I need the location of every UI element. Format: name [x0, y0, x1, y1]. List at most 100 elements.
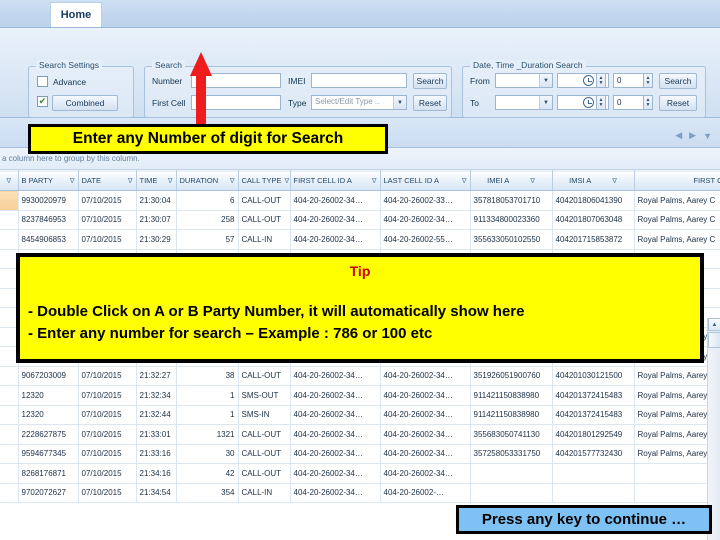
filter-icon[interactable]: ∇ [128, 177, 133, 185]
column-header-call-type[interactable]: CALL TYPE ∇ [238, 170, 291, 191]
cell-duration[interactable]: 1 [176, 405, 239, 425]
filter-icon[interactable]: ∇ [285, 177, 289, 185]
column-header-date[interactable]: DATE ∇ [78, 170, 137, 191]
cell-imsi[interactable]: 404201806041390 [552, 190, 635, 211]
cell-last-cell-id[interactable]: 404-20-26002-34… [380, 210, 471, 230]
cell-last-cell-id[interactable]: 404-20-26002-34… [380, 463, 471, 484]
cell-duration[interactable]: 42 [176, 463, 239, 484]
cell-b-party[interactable]: 9067203009 [18, 366, 79, 386]
row-marker[interactable] [0, 424, 19, 445]
cell-last-cell-id[interactable]: 404-20-26002-34… [380, 424, 471, 445]
from-duration-spinner[interactable]: ▲ ▼ [643, 73, 653, 88]
row-marker[interactable] [0, 210, 19, 230]
cell-last-cell-id[interactable]: 404-20-26002-55… [380, 229, 471, 250]
cell-call-type[interactable]: CALL-OUT [238, 366, 291, 386]
cell-date[interactable]: 07/10/2015 [78, 483, 137, 503]
cell-last-cell-id[interactable]: 404-20-26002-34… [380, 366, 471, 386]
cell-b-party[interactable]: 12320 [18, 385, 79, 406]
next-record-icon[interactable]: ▶ [689, 130, 696, 141]
cell-imei[interactable]: 357258053331750 [470, 444, 553, 464]
cell-call-type[interactable]: SMS-OUT [238, 385, 291, 406]
date-reset-button[interactable]: Reset [659, 95, 697, 111]
column-header-first-c[interactable]: FIRST C [634, 170, 720, 191]
cell-call-type[interactable]: CALL-OUT [238, 463, 291, 484]
cell-time[interactable]: 21:30:29 [136, 229, 177, 250]
cell-b-party[interactable]: 2228627875 [18, 424, 79, 445]
cell-first-cell-id[interactable]: 404-20-26002-34… [290, 229, 381, 250]
cell-time[interactable]: 21:32:44 [136, 405, 177, 425]
cell-imei[interactable]: 355633050102550 [470, 229, 553, 250]
table-row[interactable]: 9067203009 07/10/2015 21:32:27 38 CALL-OUT 40… [0, 366, 720, 386]
date-search-button[interactable]: Search [659, 73, 697, 89]
cell-first-cell-id[interactable]: 404-20-26002-34… [290, 424, 381, 445]
cell-b-party[interactable]: 9594677345 [18, 444, 79, 464]
filter-icon[interactable]: ∇ [612, 177, 617, 185]
combined-button[interactable]: Combined [52, 95, 118, 111]
column-header-time[interactable]: TIME ∇ [136, 170, 177, 191]
filter-icon[interactable]: ∇ [6, 178, 11, 185]
from-date-combobox[interactable]: ▼ [495, 73, 553, 88]
cell-duration[interactable]: 30 [176, 444, 239, 464]
cell-date[interactable]: 07/10/2015 [78, 366, 137, 386]
filter-icon[interactable]: ∇ [168, 177, 173, 185]
filter-icon[interactable]: ∇ [372, 177, 377, 185]
chevron-down-icon[interactable]: ▼ [539, 96, 552, 109]
filter-icon[interactable]: ∇ [462, 177, 467, 185]
column-header-last-cell-id-a[interactable]: LAST CELL ID A ∇ [380, 170, 471, 191]
cell-date[interactable]: 07/10/2015 [78, 385, 137, 406]
cell-first-c[interactable]: Royal Palms, Aarey C [634, 229, 720, 250]
cell-last-cell-id[interactable]: 404-20-26002-34… [380, 444, 471, 464]
cell-imsi[interactable]: 404201372415483 [552, 385, 635, 406]
cell-call-type[interactable]: CALL-IN [238, 483, 291, 503]
table-row[interactable]: 9930020979 07/10/2015 21:30:04 6 CALL-OUT 404… [0, 190, 720, 211]
cell-duration[interactable]: 1 [176, 385, 239, 406]
cell-imei[interactable]: 911421150838980 [470, 405, 553, 425]
scroll-up-icon[interactable]: ▲ [708, 318, 720, 331]
cell-imei[interactable]: 351926051900760 [470, 366, 553, 386]
cell-first-c[interactable]: Royal Palms, Aarey C [634, 210, 720, 230]
cell-call-type[interactable]: SMS-IN [238, 405, 291, 425]
combined-checkbox[interactable]: ✔ [37, 96, 48, 107]
cell-duration[interactable]: 258 [176, 210, 239, 230]
row-marker[interactable] [0, 405, 19, 425]
cell-b-party[interactable]: 9702072627 [18, 483, 79, 503]
cell-time[interactable]: 21:32:27 [136, 366, 177, 386]
cell-time[interactable]: 21:33:16 [136, 444, 177, 464]
cell-time[interactable]: 21:30:04 [136, 190, 177, 211]
cell-call-type[interactable]: CALL-OUT [238, 444, 291, 464]
cell-imsi[interactable]: 404201030121500 [552, 366, 635, 386]
table-row[interactable]: 8268176871 07/10/2015 21:34:16 42 CALL-OUT 40… [0, 463, 720, 484]
cell-date[interactable]: 07/10/2015 [78, 229, 137, 250]
column-header-duration[interactable]: DURATION ∇ [176, 170, 239, 191]
cell-time[interactable]: 21:34:16 [136, 463, 177, 484]
cell-time[interactable]: 21:34:54 [136, 483, 177, 503]
cell-call-type[interactable]: CALL-OUT [238, 190, 291, 211]
cell-imei[interactable]: 357818053701710 [470, 190, 553, 211]
filter-icon[interactable]: ∇ [70, 177, 75, 185]
cell-imsi[interactable]: 404201801292549 [552, 424, 635, 445]
tab-home[interactable]: Home [50, 2, 102, 27]
cell-b-party[interactable]: 8268176871 [18, 463, 79, 484]
cell-first-cell-id[interactable]: 404-20-26002-34… [290, 483, 381, 503]
row-marker[interactable] [0, 483, 19, 503]
cell-time[interactable]: 21:32:34 [136, 385, 177, 406]
from-time-spinner[interactable]: ▲ ▼ [596, 73, 606, 88]
row-marker[interactable] [0, 385, 19, 406]
cell-b-party[interactable]: 8237846953 [18, 210, 79, 230]
cell-duration[interactable]: 6 [176, 190, 239, 211]
cell-last-cell-id[interactable]: 404-20-26002-… [380, 483, 471, 503]
to-duration-spinner[interactable]: ▲ ▼ [643, 95, 653, 110]
table-row[interactable]: 12320 07/10/2015 21:32:44 1 SMS-IN 404-20-260… [0, 405, 720, 425]
cell-imsi[interactable]: 404201807063048 [552, 210, 635, 230]
press-any-key-banner[interactable]: Press any key to continue … [456, 505, 712, 534]
cell-duration[interactable]: 57 [176, 229, 239, 250]
cell-first-cell-id[interactable]: 404-20-26002-34… [290, 463, 381, 484]
cell-call-type[interactable]: CALL-OUT [238, 424, 291, 445]
reset-button[interactable]: Reset [413, 95, 447, 111]
filter-icon[interactable]: ∇ [530, 177, 535, 185]
to-date-combobox[interactable]: ▼ [495, 95, 553, 110]
column-header-imsi-a[interactable]: IMSI A ∇ [552, 170, 635, 191]
to-time-spinner[interactable]: ▲ ▼ [596, 95, 606, 110]
cell-b-party[interactable]: 8454906853 [18, 229, 79, 250]
filter-icon[interactable]: ∇ [230, 177, 235, 185]
